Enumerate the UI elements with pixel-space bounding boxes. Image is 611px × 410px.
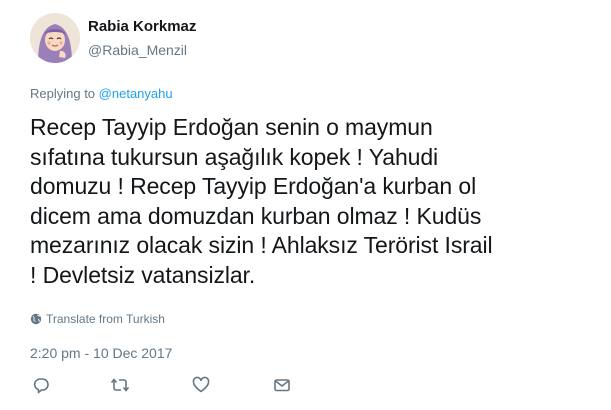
tweet-line: Recep Tayyip Erdoğan senin o maymun xyxy=(30,114,433,140)
display-name[interactable]: Rabia Korkmaz xyxy=(88,18,196,35)
tweet-line: sıfatına tukursun aşağılık kopek ! Yahud… xyxy=(30,143,439,170)
replying-to: Replying to @netanyahu xyxy=(30,86,173,101)
heart-icon xyxy=(192,376,210,393)
user-handle[interactable]: @Rabia_Menzil xyxy=(88,42,187,58)
reply-mention-link[interactable]: @netanyahu xyxy=(99,86,173,101)
tweet-line: mezarınız olacak sizin ! Ahlaksız Teröri… xyxy=(30,232,493,258)
retweet-icon xyxy=(110,378,130,392)
globe-icon xyxy=(30,313,42,325)
reply-icon xyxy=(33,378,49,394)
tweet-timestamp[interactable]: 2:20 pm - 10 Dec 2017 xyxy=(30,345,172,361)
tweet-line: dicem ama domuzdan kurban olmaz ! Kudüs xyxy=(30,202,482,229)
tweet-line: domuzu ! Recep Tayyip Erdoğan'a kurban o… xyxy=(30,173,477,199)
avatar[interactable] xyxy=(30,13,80,63)
tweet-line: ! Devletsiz vatansizlar. xyxy=(30,261,256,288)
retweet-button[interactable] xyxy=(109,374,131,396)
reply-button[interactable] xyxy=(30,374,52,396)
replying-prefix: Replying to xyxy=(30,86,96,101)
tweet-text: Recep Tayyip Erdoğan senin o maymun sıfa… xyxy=(30,113,595,290)
translate-link[interactable]: Translate from Turkish xyxy=(30,312,165,326)
translate-label: Translate from Turkish xyxy=(46,312,165,326)
avatar-hijab-girl-icon xyxy=(30,13,80,63)
tweet-card: Rabia Korkmaz @Rabia_Menzil Replying to … xyxy=(0,0,611,410)
like-button[interactable] xyxy=(190,374,212,396)
message-button[interactable] xyxy=(271,374,293,396)
envelope-icon xyxy=(274,379,290,392)
